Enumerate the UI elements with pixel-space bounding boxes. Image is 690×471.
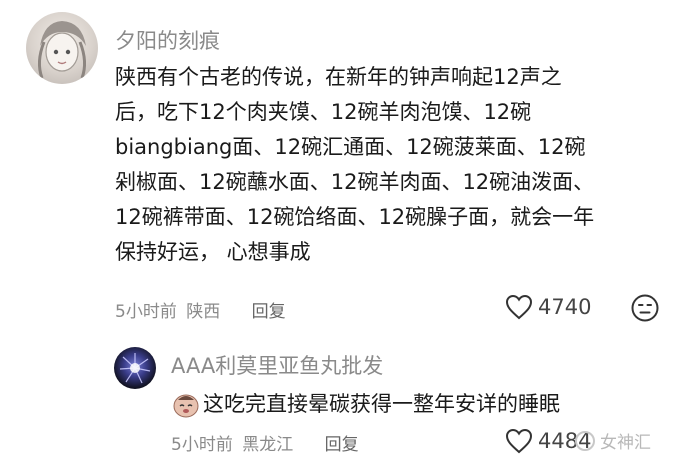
dislike-button[interactable] xyxy=(630,293,660,327)
commenter-avatar[interactable] xyxy=(26,12,98,84)
replier-username[interactable]: AAA利莫里亚鱼丸批发 xyxy=(171,350,383,380)
comment-line: 后，吃下12个肉夹馍、12碗羊肉泡馍、12碗 xyxy=(115,100,532,124)
commenter-username[interactable]: 夕阳的刻痕 xyxy=(115,25,220,55)
comment-body: 陕西有个古老的传说，在新年的钟声响起12声之 后，吃下12个肉夹馍、12碗羊肉泡… xyxy=(115,60,675,270)
watermark: 女神汇 xyxy=(575,428,651,453)
sleepy-face-emoji xyxy=(173,394,199,418)
heart-icon xyxy=(505,294,533,320)
like-count: 4740 xyxy=(538,295,592,319)
comment-location: 陕西 xyxy=(186,302,221,322)
reply-meta: 5小时前 黑龙江 回复 xyxy=(171,430,363,455)
reply-button[interactable]: 回复 xyxy=(252,302,286,322)
avatar-illustration xyxy=(119,353,151,384)
comment-line: 陕西有个古老的传说，在新年的钟声响起12声之 xyxy=(115,65,562,89)
reply-body: 这吃完直接晕碳获得一整年安详的睡眠 xyxy=(171,388,560,420)
reply-text: 这吃完直接晕碳获得一整年安详的睡眠 xyxy=(203,392,560,416)
avatar-illustration xyxy=(37,21,87,79)
comment-time: 5小时前 xyxy=(115,302,177,322)
comment-line: biangbiang面、12碗汇通面、12碗菠莱面、12碗 xyxy=(115,135,586,159)
comment-line: 保持好运， 心想事成 xyxy=(115,240,311,264)
reply-reply-button[interactable]: 回复 xyxy=(325,435,359,455)
comment-line: 剁椒面、12碗蘸水面、12碗羊肉面、12碗油泼面、 xyxy=(115,170,595,194)
comment-line: 12碗裤带面、12碗饸络面、12碗臊子面，就会一年 xyxy=(115,205,595,229)
dislike-face-icon xyxy=(631,294,659,322)
heart-icon xyxy=(505,428,533,454)
comment-meta: 5小时前 陕西 回复 xyxy=(115,297,290,322)
reply-time: 5小时前 xyxy=(171,435,233,455)
like-button[interactable]: 4740 xyxy=(505,294,591,320)
watermark-text: 女神汇 xyxy=(600,433,651,453)
watermark-logo-icon xyxy=(575,430,595,451)
reply-location: 黑龙江 xyxy=(242,435,294,455)
replier-avatar[interactable] xyxy=(114,347,156,389)
